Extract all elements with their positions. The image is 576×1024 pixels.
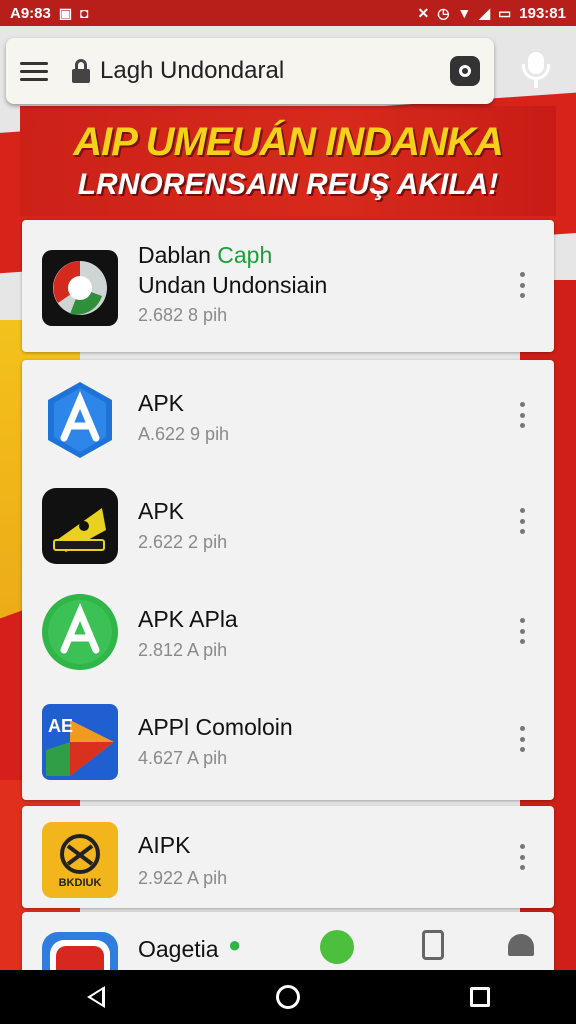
app-black-yellow-icon [40, 486, 120, 566]
banner-subheadline: LRNORENSAIN REUŞ AKILA! [77, 168, 499, 201]
more-vertical-icon[interactable] [516, 618, 528, 644]
featured-app-card[interactable]: Dablan Caph Undan Undonsiain 2.682 8 pih [22, 220, 554, 352]
app-subtitle: 2.622 2 pih [138, 532, 228, 552]
more-vertical-icon[interactable] [516, 508, 528, 534]
bell-icon[interactable] [508, 934, 534, 956]
app-title: APK [138, 498, 185, 524]
more-vertical-icon[interactable] [516, 726, 528, 752]
app-yellow-icon: BKDIUK [40, 820, 120, 900]
hamburger-menu-icon[interactable] [20, 61, 48, 81]
app-subtitle: A.622 9 pih [138, 424, 230, 444]
app-green-circle-icon [40, 592, 120, 672]
featured-app-title-line2: Undan Undonsiain [138, 272, 328, 298]
status-time-right: 193:81 [519, 4, 566, 22]
android-icon: ● [228, 932, 242, 957]
gallery-icon: ◘ [80, 5, 89, 21]
app-title: APK APla [138, 606, 238, 632]
list-item[interactable]: APK A.622 9 pih [22, 370, 554, 470]
status-bar: A9:83 ▣ ◘ ✕ ◷ ▼ ◢ ▭ 193:81 [0, 0, 576, 26]
single-app-card[interactable]: BKDIUK AIPK 2.922 A pih [22, 806, 554, 908]
featured-app-title: Dablan Caph [138, 242, 273, 268]
featured-app-subtitle: 2.682 8 pih [138, 305, 228, 325]
lock-icon [72, 59, 90, 83]
banner-headline: AIP UMEUÁN INDANKA [73, 120, 503, 164]
android-app-icon[interactable] [320, 930, 354, 964]
app-title: AIPK [138, 832, 191, 858]
svg-text:AE: AE [48, 716, 73, 736]
app-title: APK [138, 390, 185, 416]
app-list-card: APK A.622 9 pih APK 2.622 2 pih APK APla… [22, 360, 554, 800]
recents-icon[interactable] [460, 977, 500, 1017]
app-subtitle: 4.627 A pih [138, 748, 228, 768]
app-store-blue-icon [40, 380, 120, 460]
home-icon[interactable] [268, 977, 308, 1017]
search-bar[interactable]: Lagh Undondaral [6, 38, 494, 104]
status-time-left: A9:83 [10, 4, 51, 22]
phone-icon[interactable] [422, 930, 444, 960]
system-nav-bar [0, 970, 576, 1024]
more-vertical-icon[interactable] [516, 844, 528, 870]
app-multicolor-icon: AE [40, 702, 120, 782]
notification-icon: ▣ [58, 5, 73, 21]
app-title: Oagetia [138, 936, 219, 962]
app-subtitle: 2.812 A pih [138, 640, 228, 660]
featured-app-icon [40, 248, 120, 328]
more-vertical-icon[interactable] [516, 402, 528, 428]
more-vertical-icon[interactable] [516, 272, 528, 298]
app-subtitle: 2.922 A pih [138, 868, 228, 888]
microphone-icon[interactable] [516, 48, 556, 92]
battery-icon: ▭ [498, 5, 512, 21]
promo-banner[interactable]: AIP UMEUÁN INDANKA LRNORENSAIN REUŞ AKIL… [20, 106, 556, 216]
mute-icon: ✕ [417, 5, 430, 21]
wifi-icon: ▼ [457, 5, 472, 21]
back-icon[interactable] [76, 977, 116, 1017]
list-item[interactable]: AE APPl Comoloin 4.627 A pih [22, 692, 554, 792]
list-item[interactable]: APK 2.622 2 pih [22, 478, 554, 578]
list-item[interactable]: APK APla 2.812 A pih [22, 586, 554, 686]
app-yellow-icon-label: BKDIUK [59, 877, 102, 889]
signal-icon: ◢ [479, 5, 491, 21]
alarm-icon: ◷ [437, 5, 450, 21]
search-input[interactable]: Lagh Undondaral [100, 57, 450, 85]
app-title: APPl Comoloin [138, 714, 293, 740]
shield-icon[interactable] [450, 56, 480, 86]
